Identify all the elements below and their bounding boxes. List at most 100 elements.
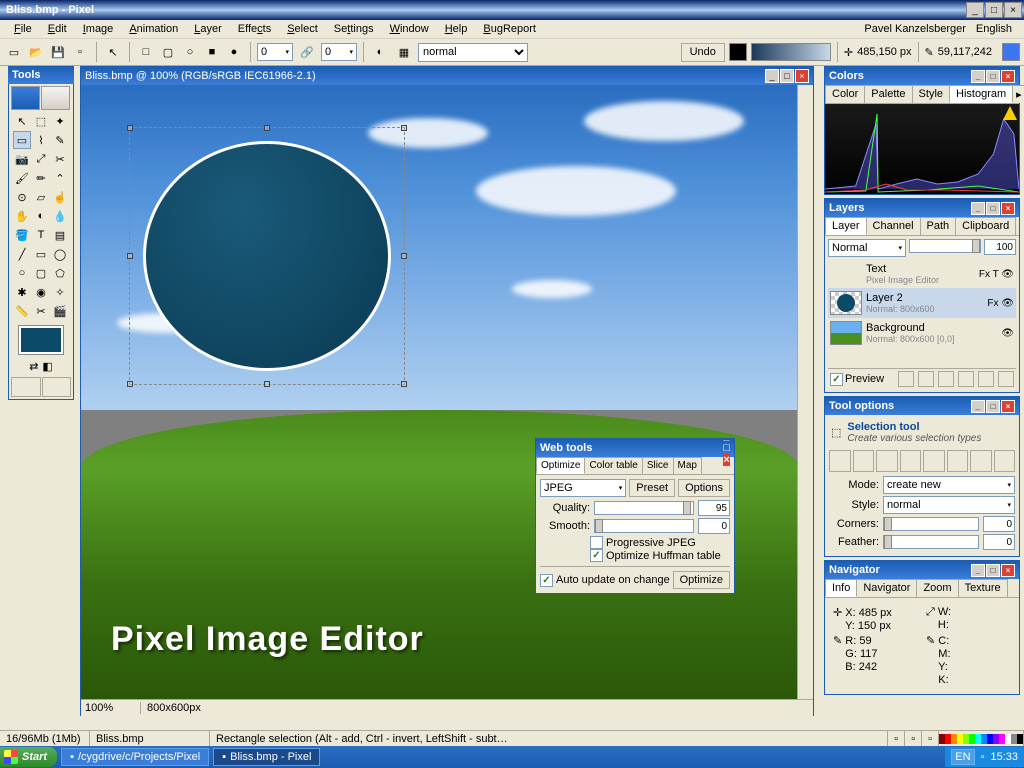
shape-square-icon[interactable]: □ <box>136 42 156 62</box>
color-ramp[interactable] <box>939 734 1023 744</box>
tool-dodge[interactable]: ◐ <box>32 207 50 225</box>
start-button[interactable]: Start <box>0 747 57 767</box>
menu-bugreport[interactable]: BugReport <box>475 21 544 37</box>
tool-smudge[interactable]: ☝ <box>51 188 69 206</box>
menu-effects[interactable]: Effects <box>230 21 279 37</box>
tool-spiral[interactable]: ◉ <box>32 283 50 301</box>
sel-type-7[interactable] <box>970 450 992 472</box>
corners-value[interactable]: 0 <box>983 516 1015 532</box>
swap-colors-icon[interactable]: ⇄ <box>29 360 38 373</box>
tab-style[interactable]: Style <box>912 85 950 103</box>
layer-row-layer2[interactable]: Layer 2Normal: 800x600 Fx 👁 <box>828 288 1016 318</box>
style-select[interactable]: normal▾ <box>883 496 1015 514</box>
canvas-close[interactable]: × <box>795 69 809 83</box>
shape-rounded-icon[interactable]: ▢ <box>158 42 178 62</box>
optimize-button[interactable]: Optimize <box>673 571 730 589</box>
lang-label[interactable]: English <box>976 23 1012 35</box>
open-icon[interactable]: 📂 <box>26 42 46 62</box>
autoupdate-checkbox[interactable] <box>540 574 553 587</box>
tool-mode-vector[interactable] <box>41 86 70 110</box>
menu-settings[interactable]: Settings <box>326 21 382 37</box>
tool-line[interactable]: ╱ <box>13 245 31 263</box>
nav-max[interactable]: □ <box>986 564 1000 577</box>
layer-blend-select[interactable]: Normal▾ <box>828 239 906 257</box>
tab-map[interactable]: Map <box>673 457 702 474</box>
layer-btn-6[interactable] <box>998 371 1014 387</box>
menu-file[interactable]: File <box>6 21 40 37</box>
feather-value[interactable]: 0 <box>983 534 1015 550</box>
tool-pencil[interactable]: ✏ <box>32 169 50 187</box>
wt-max[interactable]: □ <box>723 442 730 454</box>
default-colors-icon[interactable]: ◧ <box>42 360 52 373</box>
tab-layer[interactable]: Layer <box>825 217 867 235</box>
feather-slider[interactable] <box>883 535 979 549</box>
tool-lasso[interactable]: ⌇ <box>32 131 50 149</box>
quickmode-1[interactable] <box>11 377 41 397</box>
canvas-minimize[interactable]: _ <box>765 69 779 83</box>
canvas-maximize[interactable]: □ <box>780 69 794 83</box>
layer-btn-5[interactable] <box>978 371 994 387</box>
nav-close[interactable]: × <box>1001 564 1015 577</box>
tool-crop[interactable]: ✂ <box>51 150 69 168</box>
undo-button[interactable]: Undo <box>681 43 725 62</box>
colors-min[interactable]: _ <box>971 70 985 83</box>
tool-pen[interactable]: ✎ <box>51 131 69 149</box>
preview-checkbox[interactable] <box>830 373 843 386</box>
status-icon-3[interactable]: ▫ <box>922 731 939 746</box>
huffman-checkbox[interactable] <box>590 549 603 562</box>
grid-icon[interactable]: ▦ <box>394 42 414 62</box>
tab-color[interactable]: Color <box>825 85 865 103</box>
gradient-swatch[interactable] <box>751 43 831 61</box>
tab-navigator[interactable]: Navigator <box>856 579 917 597</box>
menu-window[interactable]: Window <box>382 21 437 37</box>
tab-colortable[interactable]: Color table <box>584 457 642 474</box>
layers-max[interactable]: □ <box>986 202 1000 215</box>
task-cygwin[interactable]: ▪/cygdrive/c/Projects/Pixel <box>61 748 209 766</box>
layers-min[interactable]: _ <box>971 202 985 215</box>
tab-clipboard[interactable]: Clipboard <box>955 217 1016 235</box>
tool-airbrush[interactable]: ⌃ <box>51 169 69 187</box>
tray-icon[interactable]: ▫ <box>981 751 985 763</box>
minimize-button[interactable]: _ <box>966 2 984 18</box>
shape-circle-icon[interactable]: ○ <box>180 42 200 62</box>
colors-close[interactable]: × <box>1001 70 1015 83</box>
wt-close[interactable]: × <box>723 454 730 466</box>
colors-max[interactable]: □ <box>986 70 1000 83</box>
sel-type-4[interactable] <box>900 450 922 472</box>
menu-edit[interactable]: Edit <box>40 21 75 37</box>
layer-row-text[interactable]: TextPixel Image Editor Fx T 👁 <box>828 260 1016 288</box>
aspect-w-field[interactable]: 0▾ <box>257 43 293 61</box>
tab-zoom[interactable]: Zoom <box>916 579 958 597</box>
vertical-scrollbar[interactable] <box>797 85 813 699</box>
zoom-readout[interactable]: 100% <box>81 702 141 714</box>
opacity-value[interactable]: 100 <box>984 239 1016 255</box>
sel-type-8[interactable] <box>994 450 1016 472</box>
options-button[interactable]: Options <box>678 479 730 497</box>
tool-ellipse[interactable]: ◯ <box>51 245 69 263</box>
sel-type-2[interactable] <box>853 450 875 472</box>
tab-slice[interactable]: Slice <box>642 457 674 474</box>
close-icon[interactable]: ▫ <box>70 42 90 62</box>
task-pixel[interactable]: ▪Bliss.bmp - Pixel <box>213 748 320 766</box>
opts-close[interactable]: × <box>1001 400 1015 413</box>
tab-channel[interactable]: Channel <box>866 217 921 235</box>
aspect-h-field[interactable]: 0▾ <box>321 43 357 61</box>
tool-measure[interactable]: 📏 <box>13 302 31 320</box>
quickmode-2[interactable] <box>42 377 72 397</box>
tool-wand[interactable]: ✦ <box>51 112 69 130</box>
tool-polygon[interactable]: ⬠ <box>51 264 69 282</box>
sel-type-3[interactable] <box>876 450 898 472</box>
tool-transform[interactable]: ⤢ <box>32 150 50 168</box>
menu-help[interactable]: Help <box>437 21 476 37</box>
tool-text[interactable]: T <box>32 226 50 244</box>
tool-rounded[interactable]: ▢ <box>32 264 50 282</box>
tab-histogram[interactable]: Histogram <box>949 85 1013 103</box>
tool-mode-paint[interactable] <box>11 86 40 110</box>
shape-filled-square-icon[interactable]: ■ <box>202 42 222 62</box>
smooth-slider[interactable] <box>594 519 694 533</box>
tab-palette[interactable]: Palette <box>864 85 912 103</box>
quality-value[interactable]: 95 <box>698 500 730 516</box>
opacity-slider[interactable] <box>909 239 981 253</box>
menu-layer[interactable]: Layer <box>186 21 230 37</box>
wt-min[interactable]: _ <box>723 430 730 442</box>
